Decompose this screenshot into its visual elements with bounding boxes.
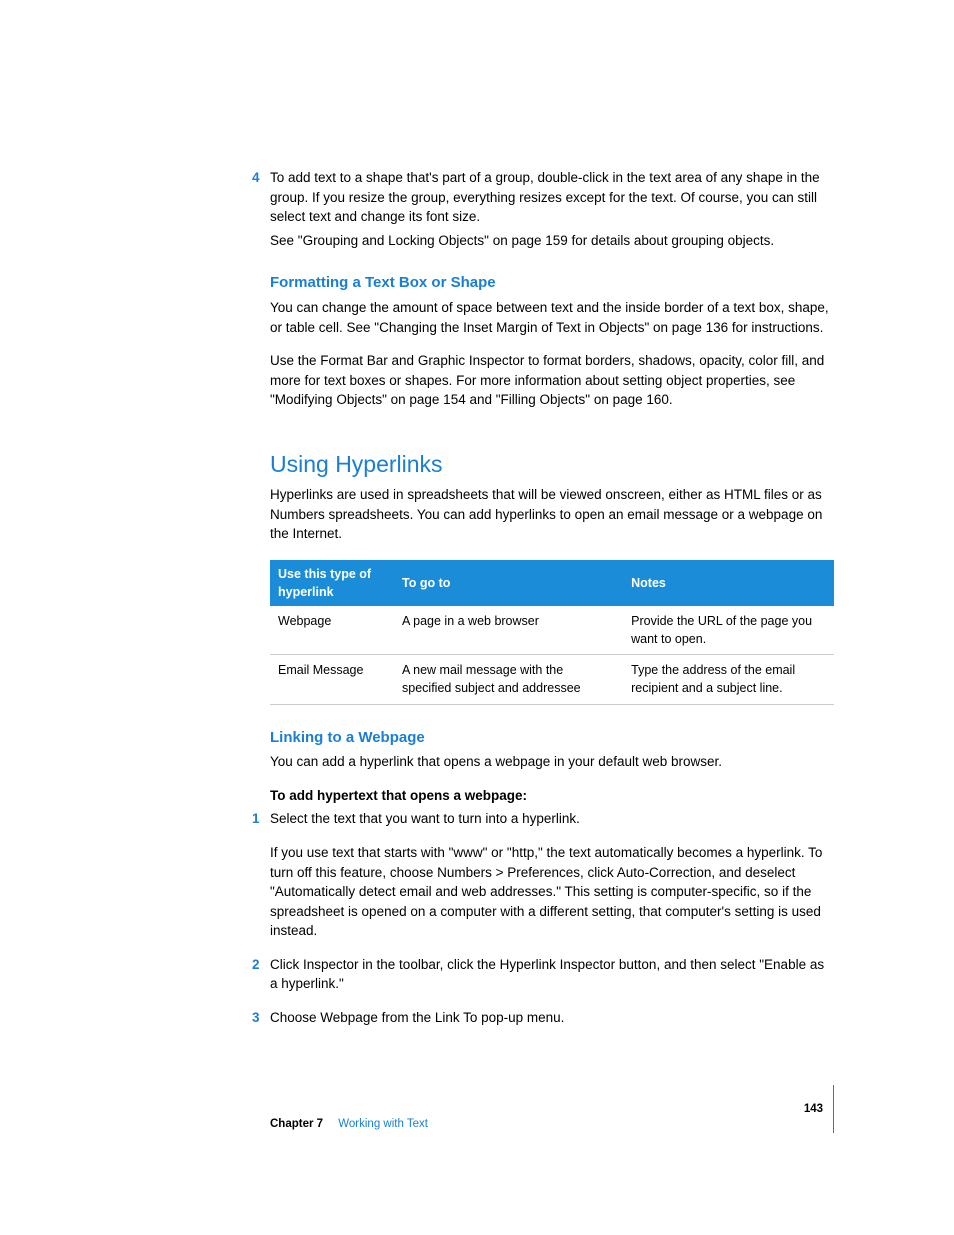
step-number-1: 1	[252, 809, 260, 829]
table-header-row: Use this type of hyperlink To go to Note…	[270, 560, 834, 606]
cell-type: Webpage	[270, 606, 394, 655]
formatting-paragraph-2: Use the Format Bar and Graphic Inspector…	[270, 351, 834, 410]
document-page: 4 To add text to a shape that's part of …	[0, 0, 954, 1235]
step-1-text-1: Select the text that you want to turn in…	[270, 809, 834, 829]
linking-steps: 1 Select the text that you want to turn …	[270, 809, 834, 1027]
step-4-block: 4 To add text to a shape that's part of …	[270, 168, 834, 250]
step-4-text-2: See "Grouping and Locking Objects" on pa…	[270, 231, 834, 251]
step-3-text: Choose Webpage from the Link To pop-up m…	[270, 1008, 834, 1028]
formatting-paragraph-1: You can change the amount of space betwe…	[270, 298, 834, 337]
list-item: 1 Select the text that you want to turn …	[270, 809, 834, 940]
step-number-2: 2	[252, 955, 260, 975]
heading-linking-webpage: Linking to a Webpage	[270, 727, 834, 749]
hyperlinks-intro: Hyperlinks are used in spreadsheets that…	[270, 485, 834, 544]
step-1-text-2: If you use text that starts with "www" o…	[270, 843, 834, 941]
linking-intro: You can add a hyperlink that opens a web…	[270, 752, 834, 772]
procedure-lead: To add hypertext that opens a webpage:	[270, 786, 834, 806]
page-number: 143	[804, 1101, 823, 1118]
hyperlink-types-table: Use this type of hyperlink To go to Note…	[270, 560, 834, 705]
table-row: Email Message A new mail message with th…	[270, 655, 834, 704]
step-2-text: Click Inspector in the toolbar, click th…	[270, 955, 834, 994]
footer-rule-icon	[833, 1085, 834, 1133]
chapter-title: Working with Text	[338, 1118, 428, 1130]
cell-goto: A new mail message with the specified su…	[394, 655, 623, 704]
list-item: 3 Choose Webpage from the Link To pop-up…	[270, 1008, 834, 1028]
col-header-notes: Notes	[623, 560, 834, 606]
list-item: 2 Click Inspector in the toolbar, click …	[270, 955, 834, 994]
footer-left: Chapter 7 Working with Text	[270, 1116, 428, 1133]
chapter-label: Chapter 7	[270, 1118, 323, 1130]
col-header-goto: To go to	[394, 560, 623, 606]
cell-notes: Type the address of the email recipient …	[623, 655, 834, 704]
footer-right: 143	[804, 1085, 834, 1133]
table-row: Webpage A page in a web browser Provide …	[270, 606, 834, 655]
step-4-text-1: To add text to a shape that's part of a …	[270, 168, 834, 227]
heading-formatting: Formatting a Text Box or Shape	[270, 272, 834, 294]
cell-type: Email Message	[270, 655, 394, 704]
page-footer: Chapter 7 Working with Text 143	[270, 1085, 834, 1133]
step-number-4: 4	[252, 168, 260, 188]
list-item: 4 To add text to a shape that's part of …	[270, 168, 834, 250]
step-number-3: 3	[252, 1008, 260, 1028]
col-header-type: Use this type of hyperlink	[270, 560, 394, 606]
cell-goto: A page in a web browser	[394, 606, 623, 655]
heading-using-hyperlinks: Using Hyperlinks	[270, 448, 834, 481]
cell-notes: Provide the URL of the page you want to …	[623, 606, 834, 655]
